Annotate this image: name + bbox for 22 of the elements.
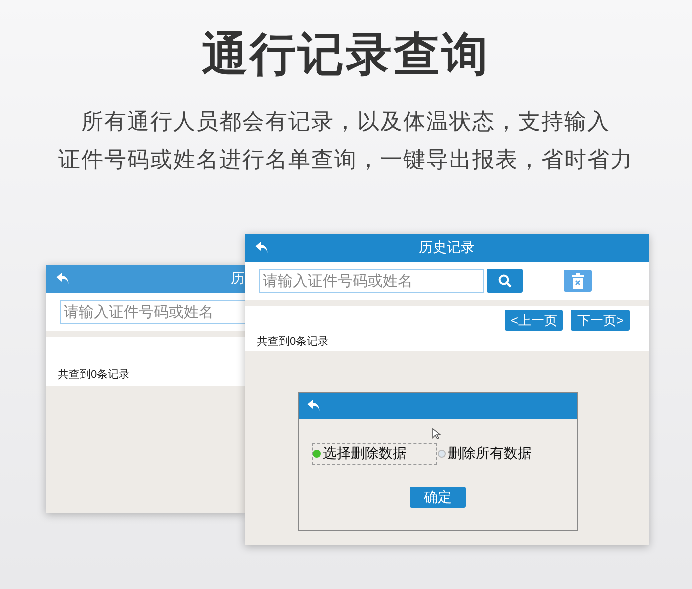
cursor-icon [432, 428, 442, 440]
back-icon[interactable] [255, 241, 270, 255]
radio-option[interactable]: 选择删除数据 [312, 443, 437, 465]
radio-option[interactable]: 删除所有数据 [437, 443, 536, 465]
trash-icon [571, 272, 585, 290]
window-title: 历 [231, 270, 245, 288]
page-button[interactable]: 下一页> [571, 310, 630, 331]
search-field[interactable]: 请输入证件号码或姓名 [259, 269, 484, 293]
headline: 通行记录查询 [201, 27, 491, 82]
confirm-button[interactable]: 确定 [410, 487, 466, 508]
search-icon [498, 274, 512, 288]
back-icon[interactable] [307, 399, 322, 413]
delete-button[interactable] [564, 270, 592, 292]
back-icon[interactable] [56, 272, 71, 286]
window-title: 历史记录 [419, 239, 475, 257]
search-field[interactable]: 请输入证件号码或姓名 [60, 300, 245, 324]
search-button[interactable] [487, 269, 523, 293]
description-line: 所有通行人员都会有记录，以及体温状态，支持输入 [80, 110, 612, 134]
description-line: 证件号码或姓名进行名单查询，一键导出报表，省时省力 [58, 148, 634, 172]
record-count: 共查到0条记录 [257, 336, 330, 348]
page-button[interactable]: <上一页 [504, 310, 564, 331]
record-count: 共查到0条记录 [58, 369, 130, 381]
